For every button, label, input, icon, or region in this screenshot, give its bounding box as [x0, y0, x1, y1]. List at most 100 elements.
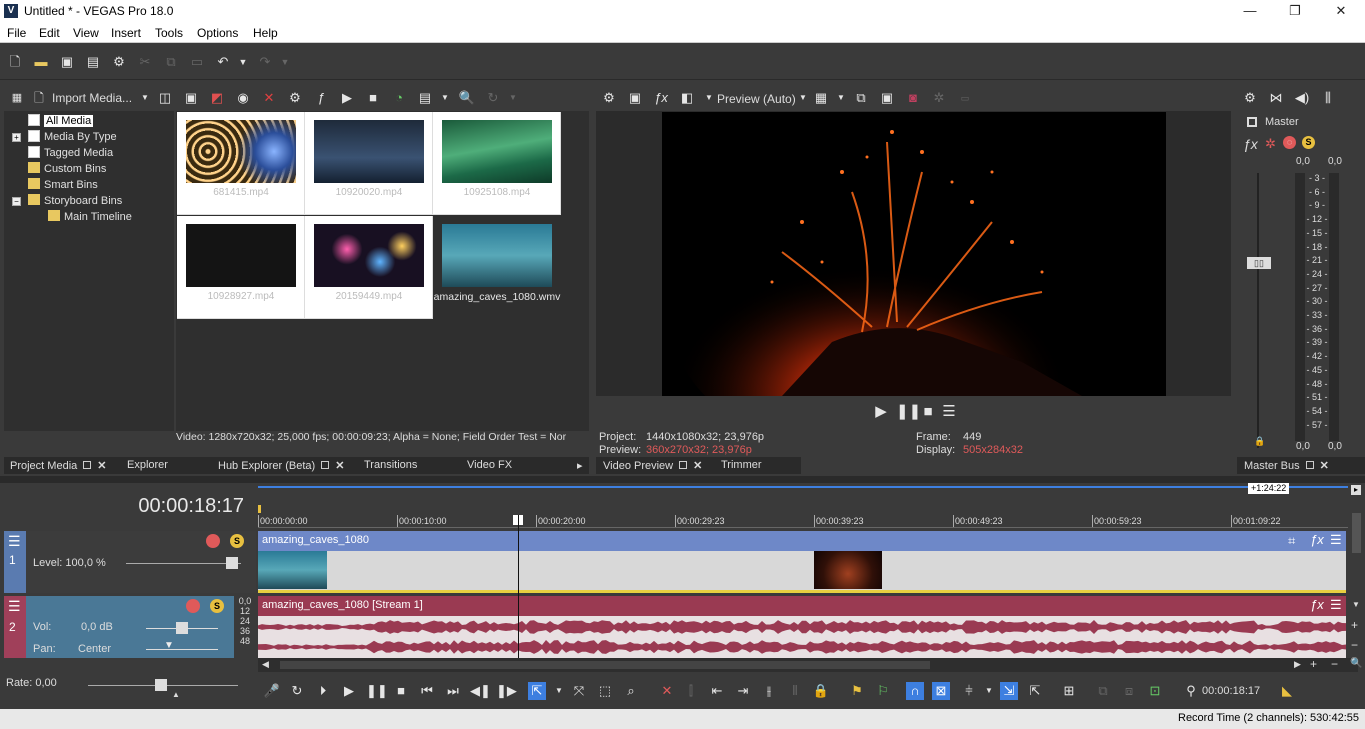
capture-icon[interactable]: ◫ [156, 89, 174, 107]
refresh-icon[interactable]: ↻ [484, 89, 502, 107]
overlays-dropdown-icon[interactable]: ▼ [832, 89, 850, 107]
views-icon[interactable]: ▤ [416, 89, 434, 107]
menu-file[interactable]: File [7, 26, 26, 40]
copy-snapshot-icon[interactable]: ⧉ [852, 89, 870, 107]
tree-item-all-media[interactable]: All Media [28, 114, 94, 129]
timeline-vertical-scroll[interactable]: ▸ ▼ + − [1348, 483, 1365, 658]
master-checkbox[interactable] [1247, 117, 1257, 127]
maximize-button[interactable]: ❐ [1280, 2, 1310, 20]
loop-region-bar[interactable] [258, 486, 1348, 488]
next-frame-icon[interactable]: ❚▶ [496, 682, 517, 700]
tab-explorer[interactable]: Explorer [127, 459, 168, 471]
scopes-icon[interactable]: ✲ [930, 89, 948, 107]
media-thumbnail[interactable]: 10928927.mp4 [177, 216, 305, 319]
track-solo-icon[interactable]: S [230, 534, 244, 548]
cut-icon[interactable]: ✂ [136, 53, 154, 71]
open-folder-icon[interactable]: ▬ [32, 53, 50, 71]
go-to-start-icon[interactable]: ⏮ [418, 682, 436, 700]
ripple-edit-icon[interactable]: ⫩ [960, 682, 978, 700]
split-screen-icon[interactable]: ◧ [678, 89, 696, 107]
remove-unused-icon[interactable]: ◩ [208, 89, 226, 107]
close-button[interactable]: ✕ [1326, 2, 1356, 20]
tree-item-main-timeline[interactable]: Main Timeline [48, 210, 132, 225]
master-fader-handle[interactable]: ▯▯ [1247, 257, 1271, 269]
external-monitor-icon[interactable]: ▣ [626, 89, 644, 107]
selection-tool-icon[interactable]: ⬚ [596, 682, 614, 700]
tabs-scroll-right-icon[interactable]: ▸ [577, 459, 583, 472]
zoom-out-h-icon[interactable]: − [1331, 657, 1338, 671]
event-pan-crop-icon[interactable]: ⊞ [1060, 682, 1078, 700]
redo-icon[interactable]: ↷ [256, 53, 274, 71]
auto-crossfade-icon[interactable]: ⊠ [932, 682, 950, 700]
record-button-icon[interactable]: 🎤 [263, 682, 281, 700]
timeline-horizontal-scroll[interactable]: ◀ ▶ + − 🔍 [258, 657, 1362, 672]
vertical-scroll-thumb[interactable] [1352, 513, 1361, 553]
track-menu-icon[interactable]: ☰ [8, 598, 21, 615]
stop-icon[interactable]: ■ [919, 403, 937, 421]
zoom-out-icon[interactable]: − [1351, 638, 1358, 652]
scroll-left-icon[interactable]: ◀ [262, 659, 269, 670]
preview-settings-gear-icon[interactable]: ⚙ [600, 89, 618, 107]
zoom-in-h-icon[interactable]: + [1310, 657, 1317, 671]
tree-item-custom-bins[interactable]: Custom Bins [28, 162, 106, 177]
media-thumbnail[interactable]: 10925108.mp4 [433, 112, 561, 215]
close-tab-icon[interactable]: ✕ [335, 460, 344, 472]
audio-speaker-icon[interactable]: ◀) [1293, 89, 1311, 107]
downmix-icon[interactable]: ⋈ [1267, 89, 1285, 107]
previous-frame-icon[interactable]: ◀❚ [470, 682, 491, 700]
track-mute-icon[interactable] [206, 534, 220, 548]
envelope-tool-icon[interactable]: ⤧ [570, 682, 588, 700]
tree-item-media-by-type[interactable]: Media By Type [28, 130, 117, 145]
horizontal-scroll-thumb[interactable] [280, 661, 930, 669]
quality-dropdown-icon[interactable]: ▼ [794, 89, 812, 107]
zoom-in-icon[interactable]: + [1351, 618, 1358, 632]
menu-insert[interactable]: Insert [111, 26, 141, 40]
menu-tools[interactable]: Tools [155, 26, 183, 40]
track-solo-icon[interactable]: S [210, 599, 224, 613]
save-icon[interactable]: ▣ [58, 53, 76, 71]
media-view-icon[interactable]: ▦ [8, 89, 26, 107]
clip-menu-icon[interactable]: ☰ [1330, 597, 1342, 613]
auto-preview-icon[interactable]: ◔ [390, 89, 408, 107]
media-fx-icon[interactable]: ◉ [234, 89, 252, 107]
tab-video-preview[interactable]: Video Preview ✕ [603, 459, 702, 472]
nest-icon[interactable]: ⊡ [1146, 682, 1164, 700]
split-dropdown-icon[interactable]: ▼ [700, 89, 718, 107]
lock-envelopes-icon[interactable]: ⇲ [1000, 682, 1018, 700]
scroll-down-icon[interactable]: ▼ [1352, 600, 1360, 609]
undock-icon[interactable] [83, 461, 92, 469]
refresh-dropdown-icon[interactable]: ▼ [504, 89, 522, 107]
split-gap-icon[interactable]: ⫴ [786, 682, 804, 700]
play-icon[interactable]: ▶ [872, 403, 890, 421]
menu-icon[interactable]: ☰ [940, 403, 958, 421]
track-menu-icon[interactable]: ☰ [8, 533, 21, 550]
tree-item-storyboard-bins[interactable]: Storyboard Bins [28, 194, 122, 209]
ungroup-icon[interactable]: ⧈ [1120, 682, 1138, 700]
save-as-icon[interactable]: ▤ [84, 53, 102, 71]
views-dropdown-icon[interactable]: ▼ [436, 89, 454, 107]
tree-item-smart-bins[interactable]: Smart Bins [28, 178, 98, 193]
media-thumbnail[interactable]: 681415.mp4 [177, 112, 305, 215]
expand-icon[interactable]: + [12, 133, 21, 142]
menu-edit[interactable]: Edit [39, 26, 60, 40]
delete-icon[interactable]: ✕ [658, 682, 676, 700]
master-fx-icon[interactable]: ƒx [1243, 136, 1258, 152]
properties-gear-icon[interactable]: ⚙ [110, 53, 128, 71]
undock-icon[interactable] [1305, 461, 1314, 469]
splitter[interactable] [0, 476, 1365, 483]
tab-project-media[interactable]: Project Media ✕ [10, 459, 106, 472]
solo-icon[interactable]: S [1302, 136, 1315, 149]
collapse-icon[interactable]: − [12, 197, 21, 206]
delete-icon[interactable]: ✕ [260, 89, 278, 107]
search-icon[interactable]: 🔍 [458, 89, 476, 107]
menu-help[interactable]: Help [253, 26, 278, 40]
split-icon[interactable]: ⫲ [760, 682, 778, 700]
menu-options[interactable]: Options [197, 26, 238, 40]
minimize-button[interactable]: — [1235, 2, 1265, 20]
pan-slider-handle[interactable]: ▼ [164, 640, 174, 651]
pan-crop-icon[interactable]: ⌗ [1288, 533, 1295, 549]
preview-quality-select[interactable]: Preview (Auto) [717, 92, 796, 106]
paste-icon[interactable]: ▭ [188, 53, 206, 71]
import-dropdown-icon[interactable]: ▼ [136, 89, 154, 107]
scroll-home-icon[interactable]: ▸ [1351, 485, 1361, 495]
